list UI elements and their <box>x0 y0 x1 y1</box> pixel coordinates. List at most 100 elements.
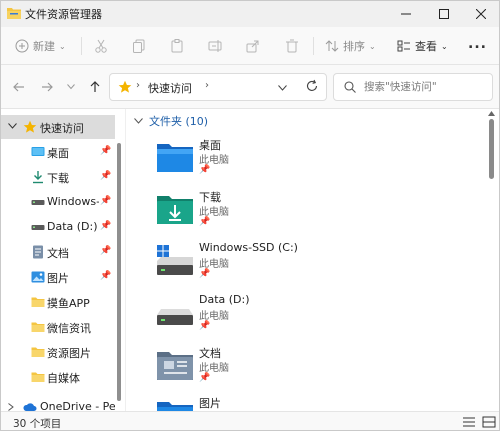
tile-name: Data (D:) <box>199 293 250 306</box>
section-title: 文件夹 (10) <box>149 115 209 128</box>
more-options-label: ... <box>468 36 487 52</box>
scroll-up-arrow-icon[interactable] <box>488 111 495 116</box>
tile-name: 图片 <box>199 397 221 410</box>
status-bar: 30 个项目 <box>1 411 499 430</box>
chevron-down-icon: ⌄ <box>441 41 448 51</box>
sidebar-item-desktop[interactable]: 桌面 📌 <box>1 140 115 164</box>
new-button-label: 新建 <box>33 40 55 53</box>
up-button[interactable] <box>85 77 105 97</box>
chevron-right-icon[interactable] <box>8 403 14 411</box>
sidebar-item-label: 摸鱼APP <box>47 297 90 310</box>
breadcrumb-quick-access[interactable]: 快速访问 <box>148 80 192 96</box>
back-button[interactable] <box>9 77 29 97</box>
tile-windows-ssd[interactable]: Windows-SSD (C:) 此电脑 📌 <box>156 241 396 291</box>
tile-location: 此电脑 <box>199 311 229 322</box>
address-bar[interactable]: › 快速访问 › <box>109 73 327 101</box>
search-box[interactable] <box>333 73 493 101</box>
sidebar-item-documents[interactable]: 文档 📌 <box>1 240 115 264</box>
pin-icon: 📌 <box>100 196 112 206</box>
delete-button[interactable] <box>285 36 299 56</box>
pin-icon: 📌 <box>199 269 211 279</box>
desktop-icon <box>31 147 45 156</box>
pin-icon: 📌 <box>100 221 112 231</box>
download-folder-icon <box>157 196 193 224</box>
windows-drive-icon <box>157 245 193 275</box>
sidebar-item-downloads[interactable]: 下载 📌 <box>1 165 115 189</box>
tile-location: 此电脑 <box>199 207 229 218</box>
tile-data-drive[interactable]: Data (D:) 此电脑 📌 <box>156 293 396 343</box>
folder-icon <box>31 372 45 382</box>
sidebar-scrollbar[interactable] <box>117 143 121 401</box>
new-button[interactable]: 新建 ⌄ <box>15 36 66 56</box>
folder-icon <box>31 347 45 357</box>
sort-icon <box>325 40 339 52</box>
plus-circle-icon <box>15 39 29 53</box>
search-input[interactable] <box>364 79 488 95</box>
paste-button[interactable] <box>170 36 184 56</box>
cut-button[interactable] <box>94 36 108 56</box>
recent-locations-button[interactable] <box>61 77 81 97</box>
view-button-label: 查看 <box>415 40 437 53</box>
sidebar-item-resource-images[interactable]: 资源图片 <box>1 340 115 364</box>
rename-icon <box>208 40 222 52</box>
sort-button[interactable]: 排序 ⌄ <box>325 36 376 56</box>
sidebar-item-wechat-news[interactable]: 微信资讯 <box>1 315 115 339</box>
sidebar-item-windows-ssd[interactable]: Windows-S 📌 <box>1 190 115 214</box>
maximize-button[interactable] <box>427 1 461 27</box>
sidebar-item-label: 文档 <box>47 247 69 260</box>
pin-icon: 📌 <box>100 271 112 281</box>
tile-location: 此电脑 <box>199 259 229 270</box>
pin-icon: 📌 <box>100 246 112 256</box>
chevron-down-icon[interactable] <box>134 118 143 124</box>
breadcrumb-separator[interactable]: › <box>205 80 209 91</box>
folders-section-header[interactable]: 文件夹 (10) <box>134 113 208 129</box>
arrow-right-icon <box>42 82 53 92</box>
sidebar-item-data-drive[interactable]: Data (D:) 📌 <box>1 215 115 239</box>
sidebar-item-quick-access[interactable]: 快速访问 <box>1 115 115 139</box>
sidebar-item-onedrive[interactable]: OneDrive - Pers <box>1 399 115 411</box>
sidebar-item-self-media[interactable]: 自媒体 <box>1 365 115 389</box>
data-drive-icon <box>157 309 193 325</box>
content-scrollbar-thumb[interactable] <box>489 119 494 179</box>
cloud-icon <box>23 403 37 411</box>
sidebar-item-label: 下载 <box>47 172 69 185</box>
pin-icon: 📌 <box>199 373 211 383</box>
sidebar-item-pictures[interactable]: 图片 📌 <box>1 265 115 289</box>
minimize-icon <box>401 13 411 15</box>
chevron-down-icon[interactable] <box>8 123 17 130</box>
view-icon <box>397 40 410 52</box>
folder-icon <box>31 297 45 307</box>
tile-pictures[interactable]: 图片 <box>156 395 396 411</box>
tile-documents[interactable]: 文档 此电脑 📌 <box>156 345 396 395</box>
close-button[interactable] <box>464 1 498 27</box>
share-button[interactable] <box>246 36 260 56</box>
copy-button[interactable] <box>132 36 146 56</box>
document-icon <box>33 245 43 259</box>
sidebar-item-moyu-app[interactable]: 摸鱼APP <box>1 290 115 314</box>
tile-downloads[interactable]: 下载 此电脑 📌 <box>156 189 396 239</box>
view-button[interactable]: 查看 ⌄ <box>397 36 448 56</box>
navigation-pane: 快速访问 桌面 📌 下载 📌 Windows-S 📌 Data (D:) 📌 文… <box>1 109 125 411</box>
details-view-icon[interactable] <box>462 416 476 428</box>
rename-button[interactable] <box>208 36 222 56</box>
tiles-view-icon[interactable] <box>482 416 496 428</box>
file-explorer-app-icon <box>7 8 21 19</box>
tile-name: Windows-SSD (C:) <box>199 241 298 254</box>
toolbar-divider <box>81 37 82 55</box>
close-icon <box>476 9 486 19</box>
toolbar-divider <box>313 37 314 55</box>
documents-folder-icon <box>157 352 193 380</box>
chevron-down-icon: ⌄ <box>59 41 66 51</box>
chevron-down-icon[interactable] <box>278 85 287 91</box>
sidebar-item-label: 桌面 <box>47 147 69 160</box>
more-options-button[interactable]: ... <box>468 36 487 56</box>
tile-desktop[interactable]: 桌面 此电脑 📌 <box>156 137 396 187</box>
minimize-button[interactable] <box>389 1 423 27</box>
sidebar-item-label: Windows-S <box>47 195 99 208</box>
item-count: 30 个项目 <box>13 418 62 430</box>
sort-button-label: 排序 <box>343 40 365 53</box>
forward-button[interactable] <box>37 77 57 97</box>
refresh-icon[interactable] <box>305 79 319 93</box>
download-icon <box>33 171 43 184</box>
star-icon <box>23 120 37 133</box>
